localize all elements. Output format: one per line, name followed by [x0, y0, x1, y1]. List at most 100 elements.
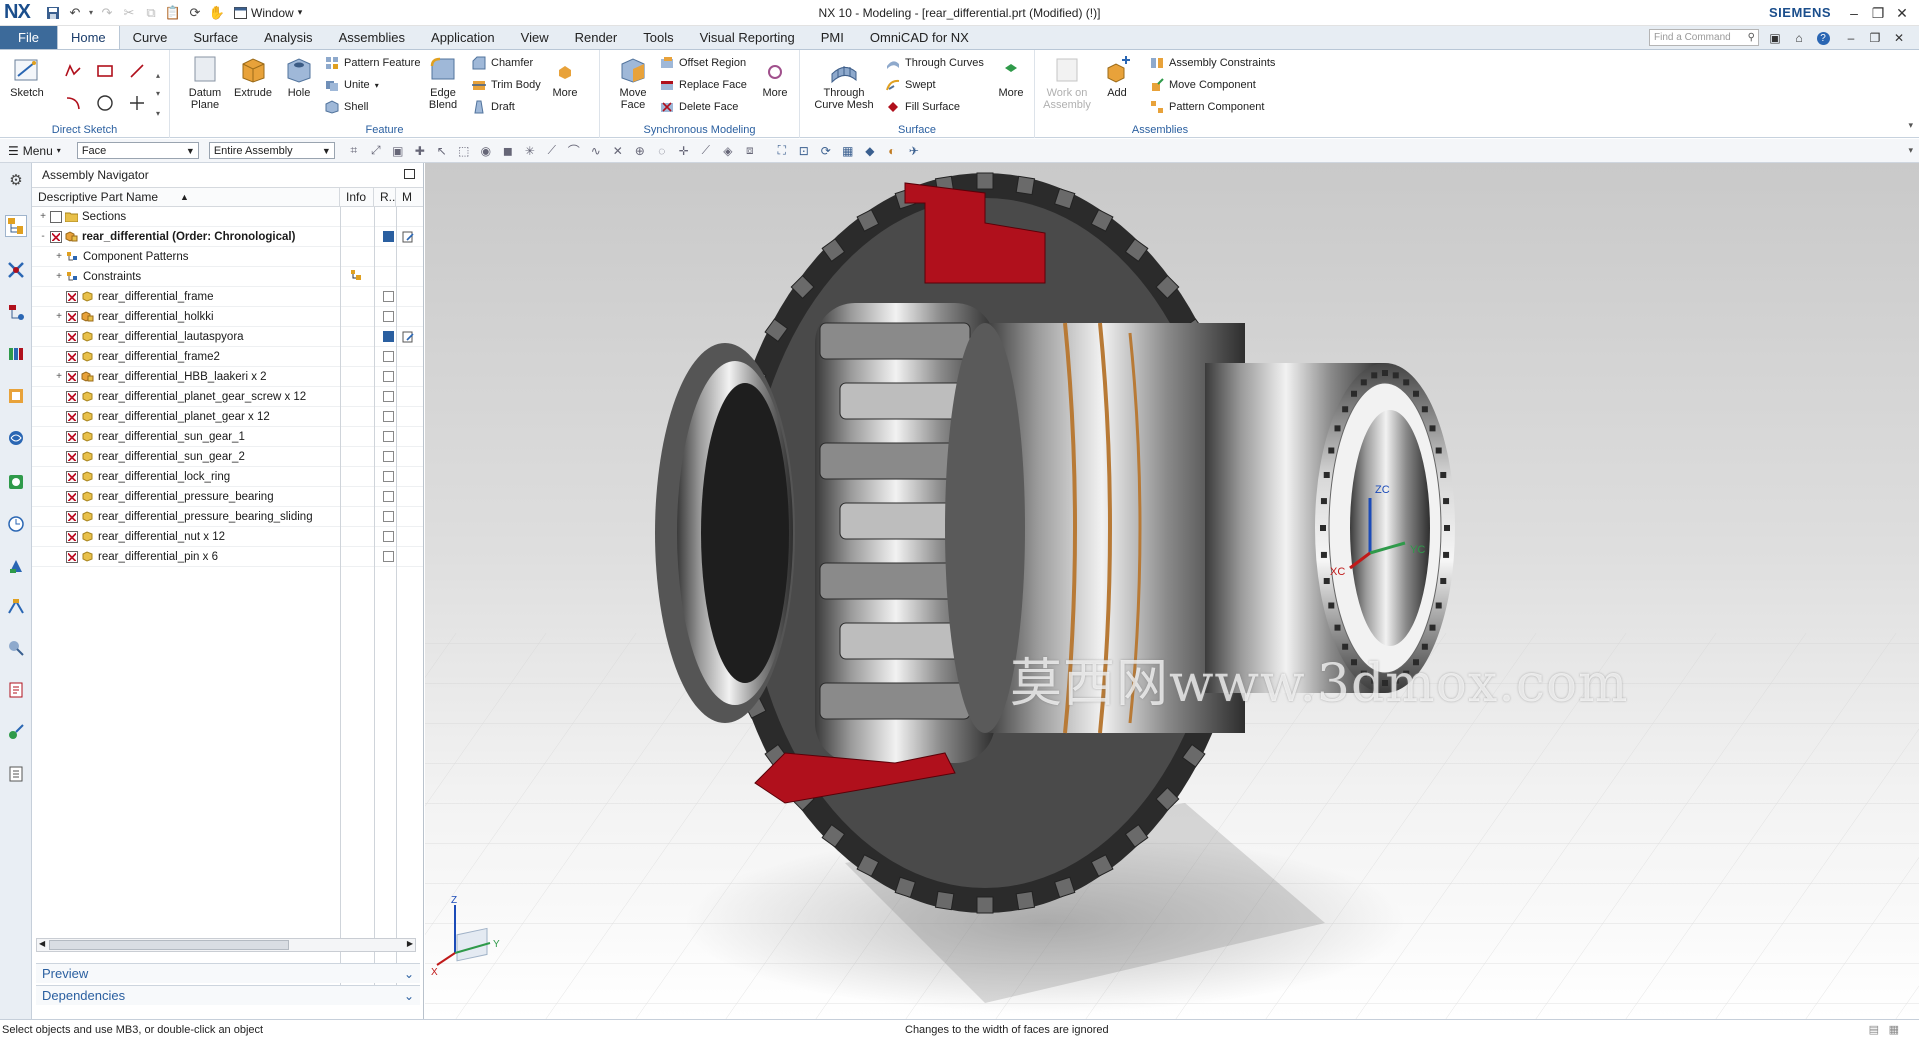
close-icon[interactable]: ✕ — [1891, 2, 1913, 24]
solid-body-icon[interactable]: ◉ — [477, 142, 495, 160]
copy-icon[interactable]: ⧉ — [140, 2, 162, 24]
tree-row[interactable]: - rear_differential (Order: Chronological… — [32, 227, 423, 247]
process-studio-icon[interactable] — [5, 595, 27, 617]
visibility-checkbox[interactable] — [66, 530, 78, 543]
rendering-style-icon[interactable]: ◆ — [861, 142, 879, 160]
tab-surface[interactable]: Surface — [180, 26, 251, 49]
cut-icon[interactable]: ✂ — [118, 2, 140, 24]
fit-view-icon[interactable]: ⛶ — [773, 142, 791, 160]
assembly-navigator-tab-icon[interactable] — [5, 215, 27, 237]
visibility-checkbox[interactable] — [50, 230, 62, 243]
column-info[interactable]: Info — [340, 188, 374, 206]
window-menu[interactable]: Window ▾ — [234, 6, 302, 20]
maximize-panel-icon[interactable] — [404, 169, 415, 179]
unite-button[interactable]: Unite ▾ — [325, 76, 379, 94]
tree-row[interactable]: rear_differential_pressure_bearing — [32, 487, 423, 507]
tab-tools[interactable]: Tools — [630, 26, 686, 49]
constraint-navigator-icon[interactable] — [5, 259, 27, 281]
palette-icon[interactable] — [5, 763, 27, 785]
manufacturing-wizards-icon[interactable] — [5, 637, 27, 659]
synchronous-more-button[interactable]: More — [752, 54, 798, 99]
sketch-gallery-down-icon[interactable]: ▾ — [152, 82, 164, 104]
system-materials-icon[interactable] — [5, 555, 27, 577]
status-list-icon[interactable]: ▤ — [1869, 1023, 1879, 1036]
history-icon[interactable] — [5, 471, 27, 493]
tree-row[interactable]: rear_differential_sun_gear_2 — [32, 447, 423, 467]
visibility-checkbox[interactable] — [66, 510, 78, 523]
tree-row[interactable]: rear_differential_lock_ring — [32, 467, 423, 487]
system-scenes-icon[interactable] — [5, 721, 27, 743]
add-component-button[interactable]: Add — [1099, 54, 1135, 99]
tree-row[interactable]: + Sections — [32, 207, 423, 227]
work-layer-icon[interactable]: ✈ — [905, 142, 923, 160]
snap-bisector-icon[interactable]: ⧈ — [741, 142, 759, 160]
offset-region-button[interactable]: Offset Region — [660, 54, 746, 72]
expand-icon[interactable]: + — [54, 251, 64, 262]
repeat-command-icon[interactable]: ⟳ — [184, 2, 206, 24]
undo-icon[interactable]: ↶ — [64, 2, 86, 24]
visibility-checkbox[interactable] — [66, 490, 78, 503]
save-icon[interactable] — [42, 2, 64, 24]
delete-face-button[interactable]: Delete Face — [660, 98, 738, 116]
visibility-checkbox[interactable] — [66, 370, 78, 383]
feature-more-button[interactable]: More — [542, 54, 588, 99]
differential-model[interactable]: ZC YC XC Z Y X — [425, 163, 1919, 1019]
tree-row[interactable]: + Constraints — [32, 267, 423, 287]
tree-row[interactable]: rear_differential_frame — [32, 287, 423, 307]
tab-application[interactable]: Application — [418, 26, 508, 49]
tree-row[interactable]: + rear_differential_HBB_laakeri x 2 — [32, 367, 423, 387]
expand-icon[interactable]: + — [54, 371, 64, 382]
selection-scope-select[interactable]: Entire Assembly ▼ — [208, 142, 335, 159]
redo-icon[interactable]: ↷ — [96, 2, 118, 24]
tree-row[interactable]: rear_differential_frame2 — [32, 347, 423, 367]
tab-home[interactable]: Home — [56, 26, 120, 49]
web-browser-icon[interactable] — [5, 427, 27, 449]
orient-view-icon[interactable]: ▦ — [839, 142, 857, 160]
box-select-icon[interactable]: ⬚ — [455, 142, 473, 160]
select-all-icon[interactable]: ⤢ — [367, 142, 385, 160]
pattern-feature-button[interactable]: Pattern Feature — [325, 54, 420, 72]
visibility-checkbox[interactable] — [66, 350, 78, 363]
visibility-checkbox[interactable] — [66, 310, 78, 323]
snap-spline-icon[interactable]: ∿ — [587, 142, 605, 160]
scrollbar-thumb[interactable] — [49, 940, 289, 950]
hole-button[interactable]: Hole — [276, 54, 322, 99]
draft-button[interactable]: Draft — [472, 98, 515, 116]
selection-intent-icon[interactable]: ▣ — [389, 142, 407, 160]
help-icon[interactable]: ? — [1813, 28, 1833, 48]
home-view-icon[interactable]: ⌂ — [1789, 28, 1809, 48]
datum-plane-button[interactable]: Datum Plane — [182, 54, 228, 111]
tab-analysis[interactable]: Analysis — [251, 26, 325, 49]
expand-icon[interactable]: + — [54, 271, 64, 282]
ribbon-options-icon[interactable]: ▾ — [1908, 120, 1913, 131]
scroll-right-icon[interactable]: ▶ — [407, 939, 413, 948]
snap-intersection-icon[interactable]: ✕ — [609, 142, 627, 160]
expand-icon[interactable]: + — [38, 211, 48, 222]
menu-button[interactable]: ☰ Menu ▾ — [8, 144, 61, 158]
collapse-icon[interactable]: - — [38, 231, 48, 242]
visibility-checkbox[interactable] — [66, 550, 78, 563]
preview-section[interactable]: Preview ⌄ — [36, 963, 420, 983]
tab-file[interactable]: File — [0, 26, 57, 49]
edge-blend-button[interactable]: Edge Blend — [420, 54, 466, 111]
rectangle-icon[interactable] — [94, 60, 116, 82]
settings-gear-icon[interactable]: ⚙ — [5, 169, 27, 191]
tab-assemblies[interactable]: Assemblies — [326, 26, 418, 49]
snap-quadrant-icon[interactable]: ◌ — [653, 142, 671, 160]
fill-surface-button[interactable]: Fill Surface — [886, 98, 960, 116]
column-read-only[interactable]: R.. — [374, 188, 396, 206]
pointer-select-icon[interactable]: ↖ — [433, 142, 451, 160]
visibility-checkbox[interactable] — [66, 390, 78, 403]
tab-omnicad[interactable]: OmniCAD for NX — [857, 26, 982, 49]
hd3d-tools-icon[interactable] — [5, 385, 27, 407]
extrude-button[interactable]: Extrude — [230, 54, 276, 99]
swept-button[interactable]: Swept — [886, 76, 936, 94]
replace-face-button[interactable]: Replace Face — [660, 76, 747, 94]
snap-point-icon[interactable]: ✛ — [675, 142, 693, 160]
sketch-button[interactable]: Sketch — [4, 54, 50, 99]
tab-view[interactable]: View — [508, 26, 562, 49]
command-search-input[interactable]: Find a Command ⚲ — [1649, 29, 1759, 46]
quick-pick-icon[interactable]: ✚ — [411, 142, 429, 160]
zoom-icon[interactable]: ⊡ — [795, 142, 813, 160]
tree-row[interactable]: rear_differential_pin x 6 — [32, 547, 423, 567]
